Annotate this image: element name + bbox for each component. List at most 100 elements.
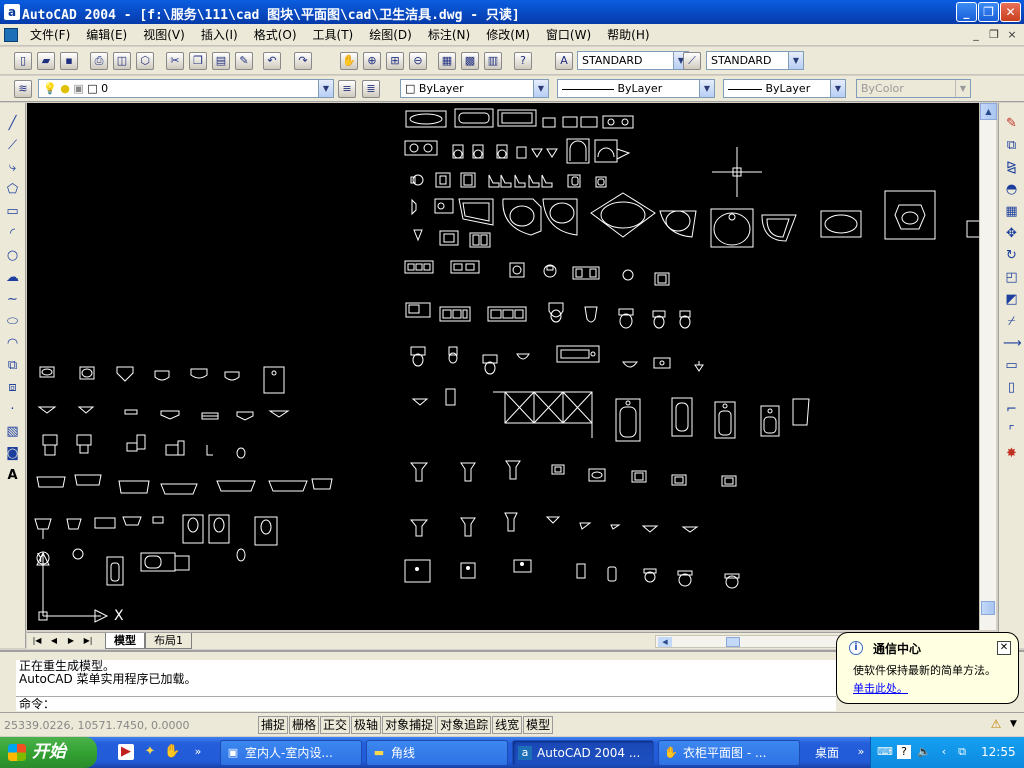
menu-window[interactable]: 窗口(W): [538, 27, 599, 43]
desktop-toolbar-label[interactable]: 桌面: [815, 744, 839, 761]
rectangle-icon[interactable]: ▭: [4, 203, 21, 220]
close-button[interactable]: ✕: [1000, 2, 1021, 22]
task-button-wardrobe[interactable]: ✋ 衣柜平面图 - ...: [658, 740, 800, 766]
tab-layout1[interactable]: 布局1: [145, 633, 192, 649]
menu-help[interactable]: 帮助(H): [599, 27, 657, 43]
desktop-more-icon[interactable]: »: [853, 744, 869, 760]
maximize-button[interactable]: ❐: [978, 2, 999, 22]
text-style-select[interactable]: STANDARD ▼: [577, 51, 689, 70]
menu-insert[interactable]: 插入(I): [193, 27, 246, 43]
volume-icon[interactable]: 🔈: [917, 745, 931, 759]
grid-toggle[interactable]: 栅格: [289, 716, 320, 734]
menu-view[interactable]: 视图(V): [135, 27, 193, 43]
menu-modify[interactable]: 修改(M): [478, 27, 538, 43]
array-icon[interactable]: ▦: [1003, 203, 1020, 220]
make-current-layer-icon[interactable]: ≡: [338, 80, 356, 98]
menu-format[interactable]: 格式(O): [246, 27, 305, 43]
ellipse-arc-icon[interactable]: ◠: [4, 335, 21, 352]
properties-icon[interactable]: ▦: [438, 52, 456, 70]
polyline-icon[interactable]: ⤷: [4, 159, 21, 176]
zoom-previous-icon[interactable]: ⊖: [409, 52, 427, 70]
zoom-window-icon[interactable]: ⊞: [386, 52, 404, 70]
join-icon[interactable]: ▯: [1003, 379, 1020, 396]
open-file-icon[interactable]: ▰: [37, 52, 55, 70]
region-icon[interactable]: ◙: [4, 445, 21, 462]
point-icon[interactable]: ·: [4, 401, 21, 418]
tool-palettes-icon[interactable]: ▥: [484, 52, 502, 70]
snap-toggle[interactable]: 捕捉: [258, 716, 289, 734]
trim-icon[interactable]: ⌿: [1003, 313, 1020, 330]
layer-previous-icon[interactable]: ≣: [362, 80, 380, 98]
zoom-realtime-icon[interactable]: ⊕: [363, 52, 381, 70]
chevron-down-icon[interactable]: ▼: [955, 80, 970, 97]
help-tray-icon[interactable]: ?: [897, 745, 911, 759]
task-button-folder[interactable]: ▬ 角线: [366, 740, 508, 766]
circle-icon[interactable]: ○: [4, 247, 21, 264]
arc-icon[interactable]: ◜: [4, 225, 21, 242]
menu-edit[interactable]: 编辑(E): [78, 27, 135, 43]
lineweight-toggle[interactable]: 线宽: [492, 716, 523, 734]
design-center-icon[interactable]: ▩: [461, 52, 479, 70]
doc-minimize-button[interactable]: _: [968, 27, 984, 42]
explode-icon[interactable]: ✸: [1003, 445, 1020, 462]
chevron-down-icon[interactable]: ▼: [533, 80, 548, 97]
fillet-icon[interactable]: ⌜: [1003, 423, 1020, 440]
coordinate-readout[interactable]: 25339.0226, 10571.7450, 0.0000: [4, 717, 254, 734]
vertical-scroll-thumb[interactable]: [981, 601, 995, 615]
line-icon[interactable]: ╱: [4, 115, 21, 132]
menu-draw[interactable]: 绘图(D): [361, 27, 420, 43]
plot-preview-icon[interactable]: ◫: [113, 52, 131, 70]
stretch-icon[interactable]: ◩: [1003, 291, 1020, 308]
tab-model[interactable]: 模型: [105, 633, 145, 649]
scale-icon[interactable]: ◰: [1003, 269, 1020, 286]
vertical-scrollbar[interactable]: ▲: [979, 103, 997, 630]
undo-icon[interactable]: ↶: [263, 52, 281, 70]
save-icon[interactable]: ▪: [60, 52, 78, 70]
network-icon[interactable]: ⧉: [955, 745, 969, 759]
scroll-up-icon[interactable]: ▲: [980, 103, 997, 120]
copy-object-icon[interactable]: ⧉: [1003, 137, 1020, 154]
command-input[interactable]: 命令：: [16, 696, 836, 711]
chamfer-icon[interactable]: ⌐: [1003, 401, 1020, 418]
extend-icon[interactable]: ⟶: [1003, 335, 1022, 352]
redo-icon[interactable]: ↷: [294, 52, 312, 70]
balloon-link[interactable]: 单击此处。: [853, 680, 908, 696]
osnap-toggle[interactable]: 对象捕捉: [382, 716, 437, 734]
ellipse-icon[interactable]: ⬭: [4, 313, 21, 330]
linetype-select[interactable]: ByLayer ▼: [557, 79, 715, 98]
warning-icon[interactable]: ⚠: [989, 718, 1003, 731]
break-icon[interactable]: ▭: [1003, 357, 1020, 374]
polygon-icon[interactable]: ⬠: [4, 181, 21, 198]
minimize-button[interactable]: _: [956, 2, 977, 22]
polar-toggle[interactable]: 极轴: [351, 716, 382, 734]
next-tab-icon[interactable]: ▶: [63, 634, 79, 648]
publish-icon[interactable]: ⬡: [136, 52, 154, 70]
horizontal-scroll-thumb[interactable]: [726, 637, 740, 647]
text-style-icon[interactable]: A: [555, 52, 573, 70]
insert-block-icon[interactable]: ⧉: [4, 357, 21, 374]
offset-icon[interactable]: ◓: [1003, 181, 1020, 198]
make-block-icon[interactable]: ⧈: [4, 379, 21, 396]
chevron-down-icon[interactable]: ▼: [788, 52, 803, 69]
autocad-app-icon[interactable]: a: [4, 4, 20, 20]
quicklaunch-more-icon[interactable]: »: [190, 744, 206, 760]
revision-cloud-icon[interactable]: ☁: [4, 269, 21, 286]
menu-dimension[interactable]: 标注(N): [420, 27, 478, 43]
chevron-down-icon[interactable]: ▼: [830, 80, 845, 97]
paste-icon[interactable]: ▤: [212, 52, 230, 70]
cut-icon[interactable]: ✂: [166, 52, 184, 70]
menu-tools[interactable]: 工具(T): [305, 27, 362, 43]
spline-icon[interactable]: ∼: [4, 291, 21, 308]
new-file-icon[interactable]: ▯: [14, 52, 32, 70]
plotstyle-select[interactable]: ByColor ▼: [856, 79, 971, 98]
document-icon[interactable]: [4, 28, 18, 42]
pan-realtime-icon[interactable]: ✋: [340, 52, 358, 70]
dim-style-icon[interactable]: ⟋: [683, 52, 701, 70]
construction-line-icon[interactable]: ⟋: [4, 137, 21, 154]
color-select[interactable]: □ ByLayer ▼: [400, 79, 549, 98]
prev-tab-icon[interactable]: ◀: [46, 634, 62, 648]
dim-style-select[interactable]: STANDARD ▼: [706, 51, 804, 70]
clock[interactable]: 12:55: [981, 745, 1016, 759]
first-tab-icon[interactable]: |◀: [29, 634, 45, 648]
show-hidden-icons-icon[interactable]: ‹: [937, 745, 951, 759]
